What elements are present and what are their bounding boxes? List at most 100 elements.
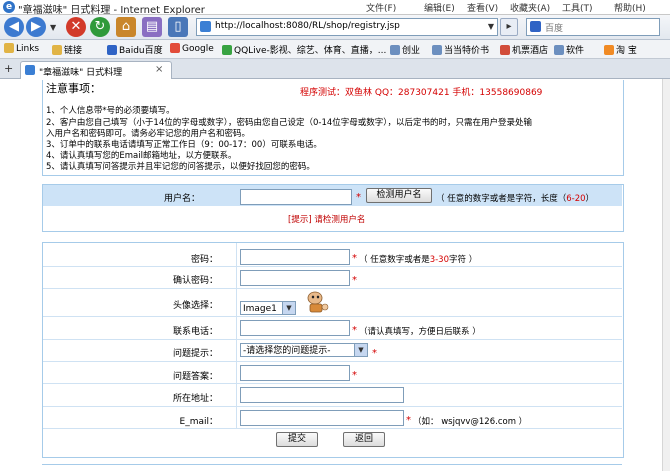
- column-divider: [236, 243, 237, 428]
- bottom-divider: [42, 464, 622, 465]
- phone-label: 联系电话：: [172, 327, 218, 337]
- navigation-bar: ◀ ▶ ▼ ✕ ↻ ⌂ ▤ ▯ http://localhost:8080/RL…: [0, 15, 670, 40]
- question-label: 问题提示：: [172, 349, 218, 359]
- notice-title: 注意事项：: [46, 82, 101, 95]
- username-tip: [提示] 请检测用户名: [288, 215, 366, 225]
- phone-input[interactable]: [240, 320, 350, 336]
- link-icon: [390, 45, 400, 55]
- tab-close-icon[interactable]: ×: [155, 64, 163, 75]
- link-software[interactable]: 软件: [554, 43, 584, 56]
- stop-icon[interactable]: ✕: [66, 17, 86, 37]
- email-label: E_mail：: [179, 417, 218, 427]
- required-star: *: [406, 415, 411, 426]
- search-bar[interactable]: 百度: [526, 18, 660, 36]
- answer-label: 问题答案：: [172, 372, 218, 382]
- address-input[interactable]: http://localhost:8080/RL/shop/registry.j…: [215, 21, 400, 31]
- row-divider: [43, 339, 622, 340]
- required-star: *: [356, 192, 361, 203]
- required-star: *: [352, 370, 357, 381]
- link-dangdang[interactable]: 当当特价书: [432, 43, 489, 56]
- chevron-down-icon[interactable]: ▼: [354, 344, 367, 356]
- link-icon: [432, 45, 442, 55]
- link-links[interactable]: Links: [4, 43, 39, 54]
- phone-hint: （请认真填写，方便日后联系 ）: [359, 327, 481, 337]
- row-divider: [43, 288, 622, 289]
- notice-line-1: 1、个人信息带*号的必须要填写。: [46, 106, 175, 116]
- row-divider: [43, 428, 622, 429]
- go-button[interactable]: ▸: [500, 18, 518, 36]
- reading-icon[interactable]: ▯: [168, 17, 188, 37]
- email-hint: （如： wsjqvv@126.com ）: [413, 417, 528, 427]
- menu-favorites[interactable]: 收藏夹(A): [510, 1, 550, 14]
- confirm-password-input[interactable]: [240, 270, 350, 286]
- baidu-icon: [530, 21, 541, 32]
- notice-line-5: 5、请认真填写问答提示并且牢记您的问答提示，以便好找回您的密码。: [46, 162, 315, 172]
- username-input[interactable]: [240, 189, 352, 205]
- home-icon[interactable]: ⌂: [116, 17, 136, 37]
- menu-help[interactable]: 帮助(H): [614, 1, 646, 14]
- menu-file[interactable]: 文件(F): [366, 1, 396, 14]
- answer-input[interactable]: [240, 365, 350, 381]
- search-input[interactable]: 百度: [545, 21, 563, 34]
- menu-edit[interactable]: 编辑(E): [424, 1, 455, 14]
- link-flights[interactable]: 机票酒店: [500, 43, 548, 56]
- row-divider: [43, 406, 622, 407]
- address-input[interactable]: [240, 387, 404, 403]
- row-divider: [43, 266, 622, 267]
- avatar-label: 头像选择：: [172, 301, 218, 311]
- new-tab-button[interactable]: +: [4, 62, 13, 75]
- link-baidu[interactable]: Baidu百度: [107, 43, 163, 56]
- back-arrow-icon[interactable]: ◀: [4, 17, 24, 37]
- email-input[interactable]: [240, 410, 404, 426]
- password-label: 密码：: [190, 255, 218, 265]
- refresh-icon[interactable]: ↻: [90, 17, 110, 37]
- required-star: *: [352, 325, 357, 336]
- folder-icon: [52, 45, 62, 55]
- address-bar[interactable]: http://localhost:8080/RL/shop/registry.j…: [196, 18, 498, 36]
- confirm-password-label: 确认密码：: [172, 276, 218, 286]
- dropdown-arrow-icon[interactable]: ▼: [50, 23, 56, 32]
- scrollbar[interactable]: [662, 79, 670, 471]
- links-bar: Links 链接 Baidu百度 Google QQLive-影视、综艺、体育、…: [0, 40, 670, 59]
- menu-view[interactable]: 查看(V): [467, 1, 498, 14]
- test-info: 程序测试：双鱼林 QQ：287307421 手机：13558690869: [300, 88, 543, 98]
- avatar-image-icon: [307, 291, 329, 313]
- row-divider: [43, 361, 622, 362]
- required-star: *: [372, 348, 377, 359]
- row-divider: [43, 316, 622, 317]
- password-input[interactable]: [240, 249, 350, 265]
- link-taobao[interactable]: 淘 宝: [604, 43, 637, 56]
- username-label: 用户名：: [163, 194, 200, 204]
- avatar-preview: [302, 289, 332, 315]
- avatar-select[interactable]: Image1 ▼: [240, 301, 296, 315]
- menu-tools[interactable]: 工具(T): [562, 1, 593, 14]
- row-divider: [43, 383, 622, 384]
- address-dropdown-icon[interactable]: ▼: [488, 22, 494, 31]
- back-button[interactable]: 返回: [343, 432, 385, 447]
- tab-bar: + "章福滋味" 日式料理 ×: [0, 59, 670, 79]
- window-title: "章福滋味" 日式料理 - Internet Explorer: [18, 5, 205, 16]
- tab-label: "章福滋味" 日式料理: [39, 68, 123, 78]
- chevron-down-icon[interactable]: ▼: [282, 302, 295, 314]
- page-icon: [200, 21, 211, 32]
- username-hint: （ 任意的数字或者是字符，长度（6-20）: [436, 194, 595, 204]
- check-username-button[interactable]: 检测用户名: [366, 188, 432, 203]
- required-star: *: [352, 253, 357, 264]
- question-select[interactable]: -请选择您的问题提示- ▼: [240, 343, 368, 357]
- link-lianjie[interactable]: 链接: [52, 43, 82, 56]
- google-icon: [170, 43, 180, 53]
- forward-arrow-icon[interactable]: ▶: [26, 17, 46, 37]
- link-qqlive[interactable]: QQLive-影视、综艺、体育、直播，...: [222, 43, 386, 56]
- page-icon: [25, 65, 35, 75]
- print-icon[interactable]: ▤: [142, 17, 162, 37]
- link-icon: [554, 45, 564, 55]
- address-label: 所在地址：: [172, 394, 218, 404]
- baidu-icon: [107, 45, 117, 55]
- tab-active[interactable]: "章福滋味" 日式料理 ×: [20, 61, 172, 79]
- link-chuangye[interactable]: 创业: [390, 43, 420, 56]
- qqlive-icon: [222, 45, 232, 55]
- title-bar: e "章福滋味" 日式料理 - Internet Explorer 文件(F) …: [0, 0, 670, 16]
- link-google[interactable]: Google: [170, 43, 214, 54]
- required-star: *: [352, 275, 357, 286]
- submit-button[interactable]: 提交: [276, 432, 318, 447]
